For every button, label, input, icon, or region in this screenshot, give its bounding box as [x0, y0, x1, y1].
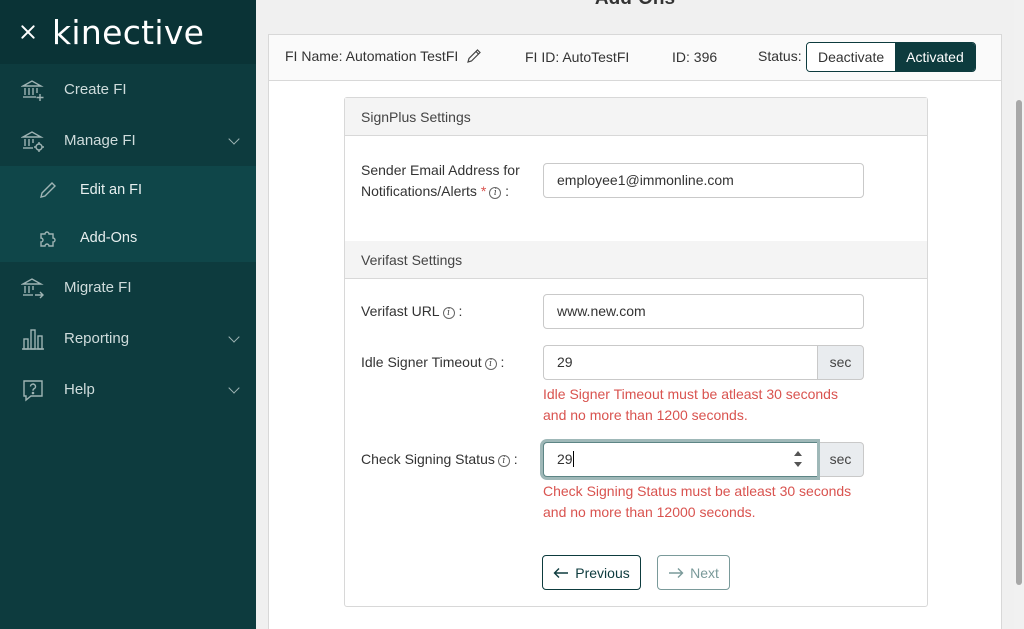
check-signing-status-error: Check Signing Status must be atleast 30 …	[543, 483, 852, 520]
previous-label: Previous	[575, 564, 630, 581]
fi-numeric-id: ID: 396	[672, 49, 718, 65]
bank-plus-icon	[20, 77, 46, 103]
add-ons-panel: FI Name: Automation TestFI FI ID: AutoTe…	[268, 34, 1002, 629]
sidebar-subitem-add-ons[interactable]: Add-Ons	[0, 214, 256, 262]
info-icon[interactable]: i	[442, 307, 455, 319]
sidebar-item-label: Create FI	[64, 81, 127, 98]
check-signing-status-label: Check Signing Status i :	[361, 451, 518, 467]
page-title: Add-Ons	[256, 0, 1014, 10]
check-signing-status-input[interactable]: 29	[543, 442, 817, 477]
sender-email-input[interactable]: employee1@immonline.com	[543, 163, 864, 198]
pencil-icon	[38, 180, 58, 200]
close-icon[interactable]	[18, 22, 38, 42]
chevron-down-icon	[228, 331, 240, 343]
sender-email-label: Sender Email Address for Notifications/A…	[361, 162, 520, 199]
next-button[interactable]: Next	[657, 555, 730, 590]
verifast-url-label: Verifast URL i :	[361, 303, 463, 319]
sidebar-subitem-label: Add-Ons	[80, 230, 138, 246]
sidebar-item-label: Help	[64, 381, 95, 398]
page-scrollbar[interactable]	[1014, 0, 1024, 629]
fi-name: FI Name: Automation TestFI	[285, 48, 482, 67]
help-bubble-icon	[20, 377, 46, 403]
info-icon[interactable]: i	[497, 455, 510, 467]
deactivate-button[interactable]: Deactivate	[807, 43, 896, 71]
fi-info-bar: FI Name: Automation TestFI FI ID: AutoTe…	[269, 35, 1001, 81]
chevron-down-icon	[228, 382, 240, 394]
previous-button[interactable]: Previous	[542, 555, 641, 590]
idle-signer-timeout-label: Idle Signer Timeout i :	[361, 354, 505, 370]
text-caret	[572, 451, 574, 467]
sidebar-item-label: Manage FI	[64, 132, 136, 149]
idle-signer-timeout-input[interactable]: 29	[543, 345, 817, 380]
arrow-left-icon	[553, 567, 569, 578]
idle-signer-timeout-error: Idle Signer Timeout must be atleast 30 s…	[543, 386, 838, 423]
main-content: Add-Ons FI Name: Automation TestFI FI ID…	[256, 0, 1014, 629]
brand-bar: kinective	[0, 0, 256, 64]
puzzle-icon	[38, 228, 58, 248]
settings-card: SignPlus Settings Sender Email Address f…	[344, 97, 928, 607]
status-label: Status:	[758, 48, 802, 64]
sidebar-item-manage-fi[interactable]: Manage FI	[0, 115, 256, 166]
info-icon[interactable]: i	[484, 358, 497, 370]
logo: kinective	[52, 12, 205, 52]
number-spinner-icon[interactable]	[793, 450, 803, 470]
sidebar-item-reporting[interactable]: Reporting	[0, 313, 256, 364]
sidebar-item-label: Reporting	[64, 330, 130, 347]
verifast-url-input[interactable]: www.new.com	[543, 294, 864, 329]
fi-id: FI ID: AutoTestFI	[525, 49, 630, 65]
edit-pencil-icon[interactable]	[466, 48, 482, 67]
scrollbar-thumb[interactable]	[1016, 100, 1022, 585]
manage-fi-submenu: Edit an FI Add-Ons	[0, 166, 256, 262]
chevron-down-icon	[228, 133, 240, 145]
status-toggle: Deactivate Activated	[806, 42, 976, 72]
sidebar-item-help[interactable]: Help	[0, 364, 256, 415]
next-label: Next	[690, 564, 719, 581]
required-mark: *	[480, 183, 487, 199]
sidebar-item-label: Migrate FI	[64, 279, 132, 296]
sidebar-item-migrate-fi[interactable]: Migrate FI	[0, 262, 256, 313]
activated-button[interactable]: Activated	[895, 43, 975, 71]
sidebar-item-create-fi[interactable]: Create FI	[0, 64, 256, 115]
bank-gear-icon	[20, 128, 46, 154]
verifast-settings-heading: Verifast Settings	[345, 241, 927, 279]
sidebar: kinective Create FI Manage FI Edit an FI…	[0, 0, 256, 629]
idle-unit-addon: sec	[817, 345, 864, 380]
sidebar-subitem-edit-fi[interactable]: Edit an FI	[0, 166, 256, 214]
bank-arrow-icon	[20, 275, 46, 301]
check-unit-addon: sec	[817, 442, 864, 477]
signplus-settings-heading: SignPlus Settings	[345, 98, 927, 136]
arrow-right-icon	[669, 567, 684, 578]
bar-chart-icon	[20, 326, 46, 352]
info-icon[interactable]: i	[489, 187, 502, 199]
check-signing-status-group: 29 sec	[543, 442, 864, 477]
idle-signer-timeout-group: 29 sec	[543, 345, 864, 380]
sidebar-subitem-label: Edit an FI	[80, 182, 143, 198]
